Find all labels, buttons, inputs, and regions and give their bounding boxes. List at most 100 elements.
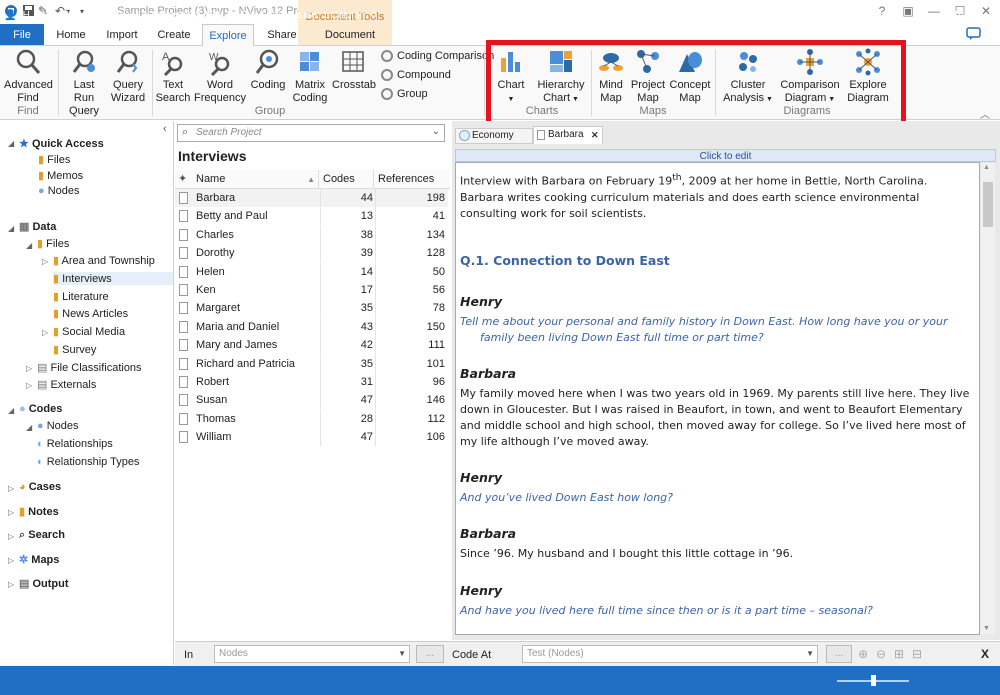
nav-data[interactable]: ▦ Data (19, 220, 56, 233)
nav-survey[interactable]: ▮ Survey (53, 343, 96, 356)
nav-interviews[interactable]: ▮ Interviews (53, 272, 173, 285)
tab-home[interactable]: Home (50, 24, 92, 46)
nav-news-articles[interactable]: ▮ News Articles (53, 307, 128, 320)
tab-explore[interactable]: Explore (202, 24, 254, 46)
nav-codes[interactable]: ● Codes (19, 403, 62, 415)
expand-area-icon[interactable]: ▷ (42, 257, 48, 266)
tab-import[interactable]: Import (100, 24, 144, 46)
table-row[interactable]: Richard and Patricia 35 101 (175, 354, 448, 373)
nav-area-township[interactable]: ▮ Area and Township (53, 254, 155, 267)
nav-cases[interactable]: ◕ Cases (19, 481, 61, 493)
expand-externals-icon[interactable]: ▷ (26, 381, 32, 390)
code-at-combo[interactable]: Test (Nodes) ▼ (522, 645, 818, 663)
tab-create[interactable]: Create (152, 24, 196, 46)
nav-files[interactable]: ▮ Files (37, 237, 69, 250)
nav-relationships[interactable]: ◐ Relationships (37, 438, 113, 450)
table-row[interactable]: Barbara 44 198 (175, 189, 448, 207)
coding-comparison-button[interactable]: Coding Comparison (381, 48, 494, 64)
table-row[interactable]: Robert 31 96 (175, 373, 448, 391)
tab-file[interactable]: File (0, 24, 44, 46)
column-codes[interactable]: Codes (318, 170, 373, 189)
nav-relationship-types[interactable]: ◐ Relationship Types (37, 456, 139, 468)
tab-economy[interactable]: Economy (455, 128, 533, 144)
nav-maps[interactable]: ✲ Maps (19, 553, 59, 566)
table-row[interactable]: Ken 17 56 (175, 281, 448, 299)
nav-search[interactable]: ⌕ Search (19, 529, 65, 542)
code-at-browse-button[interactable]: ... (826, 645, 852, 663)
nav-qa-nodes[interactable]: ● Nodes (38, 185, 80, 197)
in-browse-button[interactable]: ... (416, 645, 444, 663)
expand-output-icon[interactable]: ▷ (8, 580, 14, 589)
collapse-ribbon-icon[interactable]: ︿ (980, 106, 990, 121)
nav-externals[interactable]: ▤ Externals (37, 378, 96, 391)
scrollbar-thumb[interactable] (983, 182, 993, 227)
table-row[interactable]: Helen 14 50 (175, 262, 448, 281)
tab-document[interactable]: Document (310, 24, 390, 46)
table-row[interactable]: Mary and James 42 111 (175, 336, 448, 355)
table-row[interactable]: Charles 38 134 (175, 225, 448, 244)
expand-file-class-icon[interactable]: ▷ (26, 364, 32, 373)
uncode-all-icon[interactable]: ⊟ (912, 647, 922, 661)
search-project-input[interactable]: ⌕ Search Project ⌄ (177, 124, 445, 142)
nav-qa-files[interactable]: ▮ Files (38, 153, 70, 166)
minimize-button[interactable]: — (926, 4, 942, 18)
nav-qa-memos[interactable]: ▮ Memos (38, 169, 83, 182)
table-row[interactable]: Thomas 28 112 (175, 409, 448, 428)
zoom-out-icon[interactable]: − (823, 10, 829, 21)
in-nodes-combo[interactable]: Nodes ▼ (214, 645, 410, 663)
nav-quick-access[interactable]: ★ Quick Access (19, 137, 104, 150)
nav-nodes[interactable]: ● Nodes (37, 420, 79, 432)
group-query-button[interactable]: Group (381, 86, 428, 102)
column-references[interactable]: References (373, 170, 450, 189)
expand-maps-icon[interactable]: ▷ (8, 556, 14, 565)
pin-column-icon[interactable]: ✦ (175, 170, 193, 189)
tab-barbara[interactable]: Barbara ✕ (533, 126, 603, 144)
scroll-up-icon[interactable]: ▲ (983, 164, 990, 171)
close-button[interactable]: ✕ (978, 4, 994, 18)
expand-cases-icon[interactable]: ▷ (8, 484, 14, 493)
nav-social-media[interactable]: ▮ Social Media (53, 325, 125, 338)
matrix-coding-button[interactable]: Matrix Coding (290, 48, 330, 105)
crosstab-button[interactable]: Crosstab (332, 48, 376, 92)
close-tab-icon[interactable]: ✕ (591, 127, 599, 143)
query-wizard-button[interactable]: Query Wizard (108, 48, 148, 105)
close-coding-bar-button[interactable]: X (981, 647, 989, 661)
expand-codes-icon[interactable]: ◢ (8, 406, 14, 415)
expand-search-icon[interactable]: ▷ (8, 532, 14, 541)
document-scrollbar[interactable] (981, 163, 995, 634)
column-name[interactable]: Name ▲ (193, 170, 318, 189)
last-run-query-button[interactable]: Last Run Query (62, 48, 106, 118)
nav-literature[interactable]: ▮ Literature (53, 290, 109, 303)
table-row[interactable]: Susan 47 146 (175, 391, 448, 410)
word-frequency-button[interactable]: W Word Frequency (194, 48, 246, 105)
advanced-find-button[interactable]: Advanced Find (4, 48, 53, 105)
help-button[interactable]: ? (874, 4, 890, 18)
uncode-icon[interactable]: ⊖ (876, 647, 886, 661)
table-row[interactable]: William 47 106 (175, 428, 448, 447)
text-search-button[interactable]: A Text Search (154, 48, 192, 105)
nav-output[interactable]: ▤ Output (19, 577, 69, 590)
tab-share[interactable]: Share (262, 24, 302, 46)
code-icon[interactable]: ⊕ (858, 647, 868, 661)
expand-nodes-icon[interactable]: ◢ (26, 423, 32, 432)
zoom-slider-thumb[interactable] (871, 675, 876, 686)
expand-quick-access-icon[interactable]: ◢ (8, 139, 14, 148)
coding-query-button[interactable]: Coding (248, 48, 288, 92)
scroll-down-icon[interactable]: ▼ (983, 625, 990, 632)
search-dropdown-icon[interactable]: ⌄ (432, 126, 440, 137)
expand-notes-icon[interactable]: ▷ (8, 508, 14, 517)
nav-file-classifications[interactable]: ▤ File Classifications (37, 361, 142, 374)
collapse-nav-icon[interactable]: ‹ (163, 123, 167, 135)
expand-data-icon[interactable]: ◢ (8, 224, 14, 233)
expand-social-icon[interactable]: ▷ (42, 328, 48, 337)
table-row[interactable]: Margaret 35 78 (175, 299, 448, 318)
code-all-icon[interactable]: ⊞ (894, 647, 904, 661)
click-to-edit-banner[interactable]: Click to edit (455, 149, 996, 162)
nav-notes[interactable]: ▮ Notes (19, 505, 59, 518)
compound-button[interactable]: Compound (381, 67, 451, 83)
table-row[interactable]: Maria and Daniel 43 150 (175, 317, 448, 336)
expand-files-icon[interactable]: ◢ (26, 241, 32, 250)
table-row[interactable]: Betty and Paul 13 41 (175, 207, 448, 226)
table-row[interactable]: Dorothy 39 128 (175, 244, 448, 263)
zoom-in-icon[interactable]: + (914, 10, 920, 21)
